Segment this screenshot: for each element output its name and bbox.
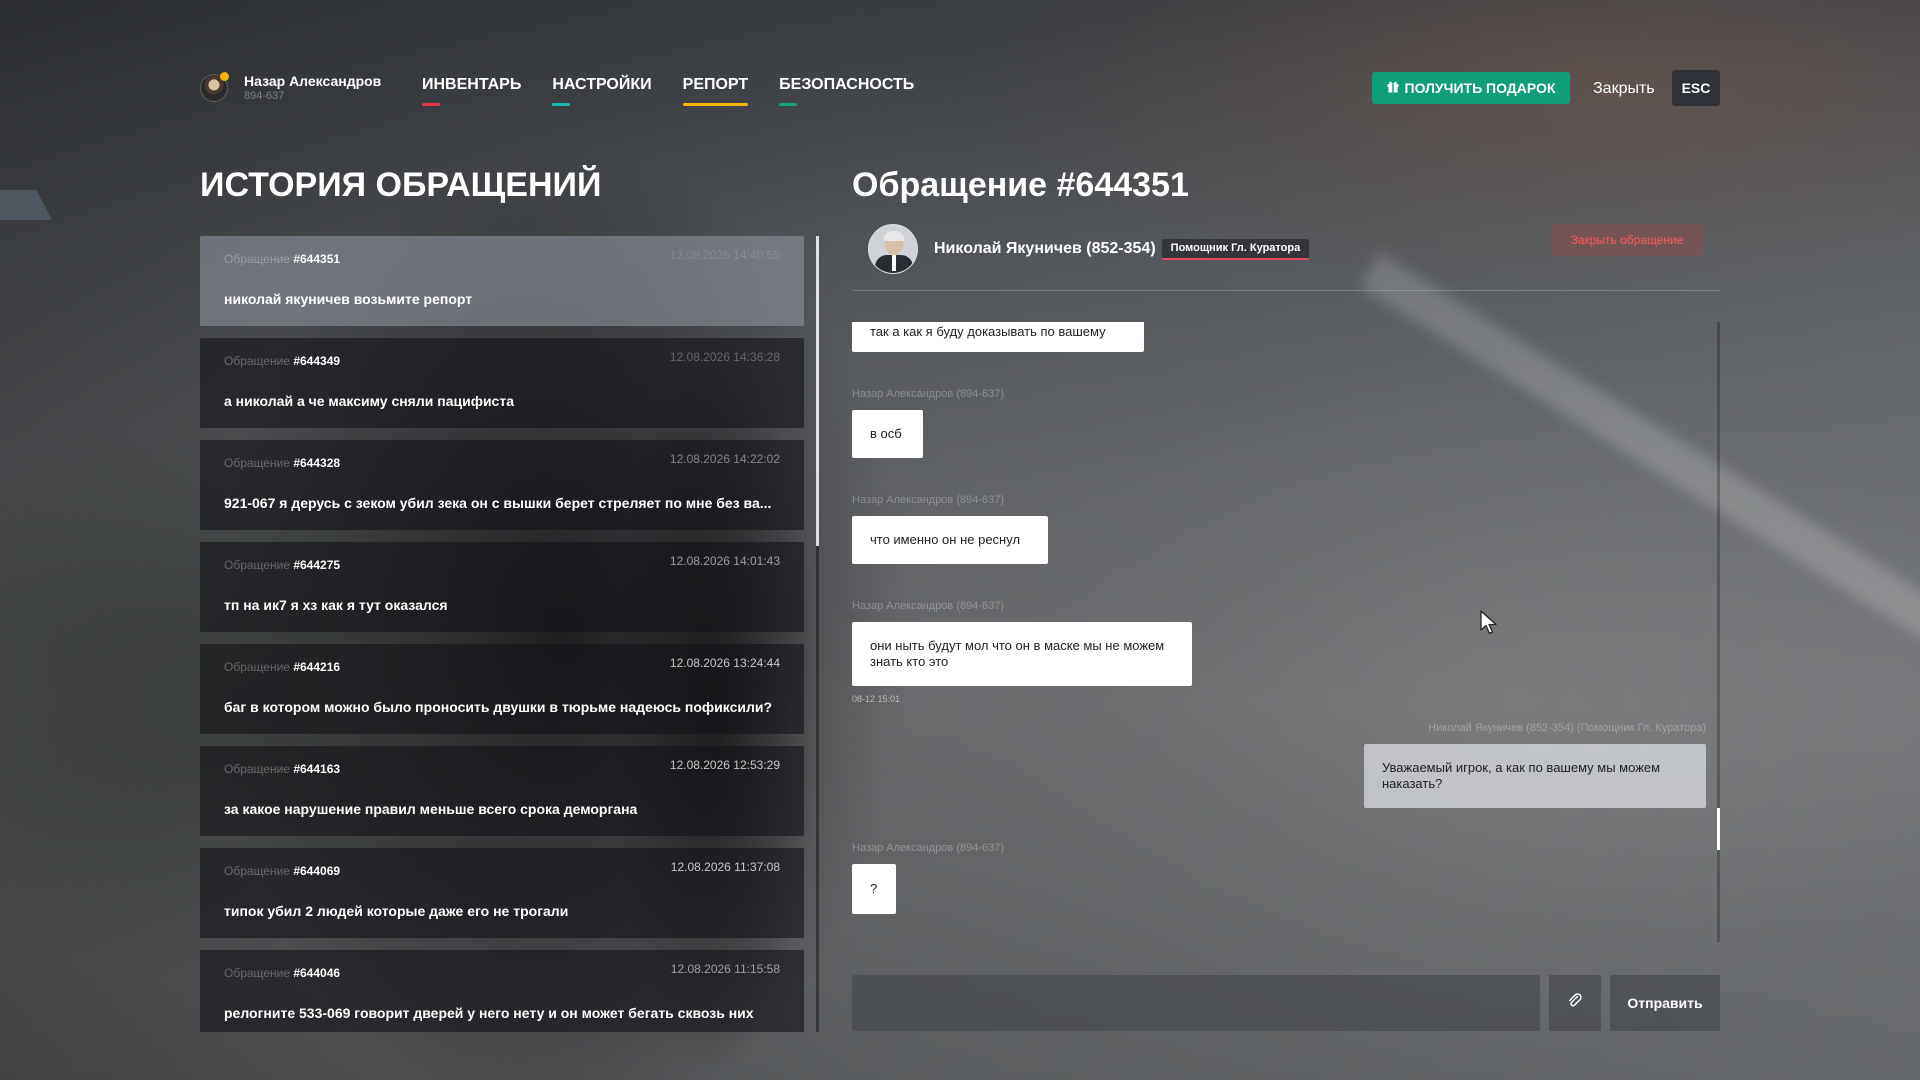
- ticket-date: 12.08.2026 14:36:28: [669, 350, 780, 364]
- message-text: Уважаемый игрок, а как по вашему мы може…: [1382, 760, 1661, 791]
- ticket-item[interactable]: Обращение #644046 12.08.2026 11:15:58 ре…: [200, 950, 804, 1032]
- get-gift-button[interactable]: ПОЛУЧИТЬ ПОДАРОК: [1372, 72, 1570, 104]
- tab-underline: [779, 103, 798, 106]
- ticket-text: баг в котором можно было проносить двушк…: [224, 699, 773, 715]
- ticket-label: Обращение: [224, 558, 290, 572]
- role-badge: Помощник Гл. Куратора: [1161, 238, 1310, 260]
- chat-scrollbar-thumb[interactable]: [1717, 808, 1720, 850]
- assignee-info: Николай Якуничев (852-354) Помощник Гл. …: [868, 224, 1310, 274]
- tab-settings[interactable]: НАСТРОЙКИ: [552, 76, 652, 106]
- ticket-label: Обращение: [224, 252, 290, 266]
- ticket-item[interactable]: Обращение #644328 12.08.2026 14:22:02 92…: [200, 440, 804, 530]
- divider: [852, 290, 1720, 291]
- avatar: [200, 72, 229, 102]
- message-text: они ныть будут мол что он в маске мы не …: [870, 638, 1165, 669]
- ticket-label: Обращение: [224, 456, 290, 470]
- ticket-text: тп на ик7 я хз как я тут оказался: [224, 597, 448, 613]
- ticket-number: #644069: [293, 864, 341, 878]
- attach-button[interactable]: [1549, 975, 1601, 1031]
- tab-security[interactable]: БЕЗОПАСНОСТЬ: [779, 76, 914, 106]
- user-id: 894-637: [244, 90, 285, 102]
- top-bar: Назар Александров 894-637 ИНВЕНТАРЬ НАСТ…: [200, 70, 1720, 116]
- ticket-date: 12.08.2026 11:37:08: [670, 860, 780, 874]
- ticket-number: #644163: [293, 762, 341, 776]
- ticket-date: 12.08.2026 14:01:43: [669, 554, 780, 568]
- ticket-date: 12.08.2026 14:40:55: [669, 248, 780, 262]
- paperclip-icon: [1567, 992, 1583, 1014]
- ticket-number: #644275: [293, 558, 341, 572]
- assignee-avatar: [868, 224, 918, 274]
- ticket-number: #644046: [293, 966, 341, 980]
- ticket-label: Обращение: [224, 966, 290, 980]
- message-bubble: в осб: [852, 410, 923, 458]
- ticket-item[interactable]: Обращение #644349 12.08.2026 14:36:28 а …: [200, 338, 804, 428]
- tab-underline: [422, 103, 440, 106]
- message-author: Назар Александров (894-637): [852, 600, 1005, 612]
- ticket-date: 12.08.2026 14:22:02: [669, 452, 780, 466]
- ticket-item[interactable]: Обращение #644069 12.08.2026 11:37:08 ти…: [200, 848, 804, 938]
- close-button[interactable]: Закрыть: [1593, 80, 1655, 98]
- message-author: Назар Александров (894-637): [852, 842, 1005, 854]
- message-text: так а как я буду доказывать по вашему: [870, 324, 1106, 339]
- assignee-name: Николай Якуничев (852-354): [934, 240, 1156, 257]
- tab-underline: [682, 103, 749, 106]
- ticket-number: #644328: [293, 456, 341, 470]
- message-bubble: Уважаемый игрок, а как по вашему мы може…: [1364, 744, 1706, 808]
- ticket-item[interactable]: Обращение #644351 12.08.2026 14:40:55 ни…: [200, 236, 804, 326]
- message-bubble: что именно он не реснул: [852, 516, 1048, 564]
- user-profile[interactable]: Назар Александров 894-637: [200, 72, 382, 102]
- message-bubble: они ныть будут мол что он в маске мы не …: [852, 622, 1192, 686]
- message-text: что именно он не реснул: [870, 532, 1021, 547]
- tab-label: РЕПОРТ: [682, 76, 749, 93]
- user-name: Назар Александров: [244, 73, 382, 89]
- close-ticket-button[interactable]: Закрыть обращение: [1551, 224, 1703, 256]
- ticket-text: релогните 533-069 говорит дверей у него …: [224, 1005, 754, 1021]
- ticket-number: #644349: [293, 354, 341, 368]
- tab-label: НАСТРОЙКИ: [552, 76, 652, 93]
- ticket-label: Обращение: [224, 864, 290, 878]
- ticket-number: #644216: [293, 660, 341, 674]
- message-time: 08-12 15:01: [852, 694, 901, 704]
- ticket-item[interactable]: Обращение #644216 12.08.2026 13:24:44 ба…: [200, 644, 804, 734]
- message-text: в осб: [870, 426, 902, 441]
- message-input[interactable]: [852, 975, 1540, 1031]
- chat-messages[interactable]: так а как я буду доказывать по вашему На…: [852, 322, 1716, 942]
- ticket-text: а николай а че максиму сняли пацифиста: [224, 393, 514, 409]
- ticket-text: николай якуничев возьмите репорт: [224, 291, 473, 307]
- tab-label: ИНВЕНТАРЬ: [422, 76, 522, 93]
- esc-key-badge[interactable]: ESC: [1672, 70, 1720, 106]
- send-button[interactable]: Отправить: [1610, 975, 1720, 1031]
- ticket-text: типок убил 2 людей которые даже его не т…: [224, 903, 569, 919]
- main-nav: ИНВЕНТАРЬ НАСТРОЙКИ РЕПОРТ БЕЗОПАСНОСТЬ: [422, 76, 945, 106]
- message-bubble: так а как я буду доказывать по вашему: [852, 322, 1144, 352]
- tab-report[interactable]: РЕПОРТ: [682, 76, 749, 106]
- message-author: Назар Александров (894-637): [852, 494, 1005, 506]
- ticket-label: Обращение: [224, 354, 290, 368]
- tab-inventory[interactable]: ИНВЕНТАРЬ: [422, 76, 521, 106]
- ticket-label: Обращение: [224, 660, 290, 674]
- message-author: Николай Якуничев (852-354) (Помощник Гл.…: [1428, 722, 1706, 734]
- message-bubble: ?: [852, 864, 896, 914]
- ticket-item[interactable]: Обращение #644275 12.08.2026 14:01:43 тп…: [200, 542, 804, 632]
- ticket-number: #644351: [293, 252, 341, 266]
- gift-label: ПОЛУЧИТЬ ПОДАРОК: [1404, 80, 1556, 96]
- history-scrollbar-thumb[interactable]: [816, 236, 819, 546]
- tab-underline: [552, 103, 571, 106]
- ticket-date: 12.08.2026 11:15:58: [670, 962, 780, 976]
- message-author: Назар Александров (894-637): [852, 388, 1005, 400]
- ticket-item[interactable]: Обращение #644163 12.08.2026 12:53:29 за…: [200, 746, 804, 836]
- ticket-text: за какое нарушение правил меньше всего с…: [224, 801, 638, 817]
- gift-icon: [1387, 80, 1399, 96]
- mouse-cursor-icon: [1480, 610, 1498, 636]
- ticket-date: 12.08.2026 12:53:29: [669, 758, 780, 772]
- ticket-label: Обращение: [224, 762, 290, 776]
- ticket-title: Обращение #644351: [852, 166, 1189, 204]
- message-text: ?: [870, 881, 878, 896]
- tab-label: БЕЗОПАСНОСТЬ: [779, 76, 915, 93]
- ticket-history-list[interactable]: Обращение #644351 12.08.2026 14:40:55 ни…: [200, 236, 806, 1032]
- ticket-text: 921-067 я дерусь с зеком убил зека он с …: [224, 495, 772, 511]
- status-dot: [220, 72, 229, 81]
- ticket-date: 12.08.2026 13:24:44: [669, 656, 780, 670]
- history-title: ИСТОРИЯ ОБРАЩЕНИЙ: [200, 166, 602, 204]
